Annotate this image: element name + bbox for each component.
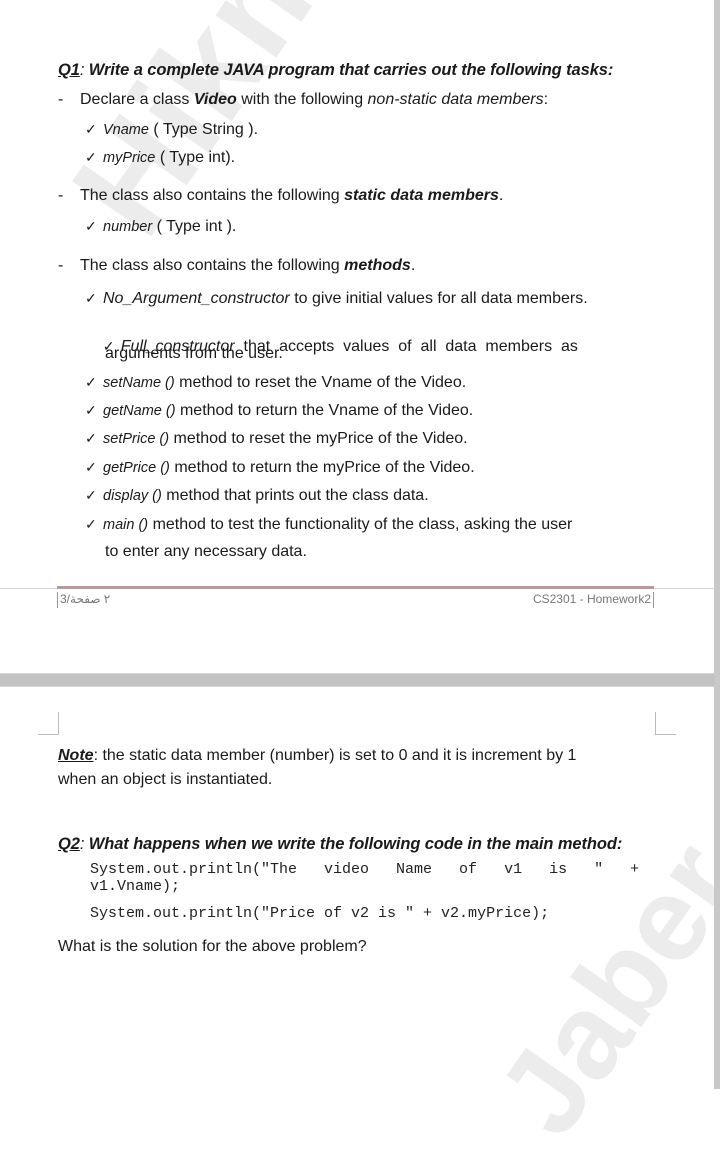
bullet-methods: - The class also contains the following m…	[58, 257, 416, 274]
method-item: ✓ No_Argument_constructor to give initial…	[85, 290, 588, 307]
method-item-continuation: to enter any necessary data.	[105, 543, 307, 560]
method-item: ✓ display () method that prints out the c…	[85, 487, 429, 504]
code-line: v1.Vname);	[90, 878, 181, 895]
method-item: ✓ setName () method to reset the Vname of…	[85, 374, 467, 391]
q1-heading: Q1: Write a complete JAVA program that c…	[58, 61, 614, 79]
check-icon: ✓	[85, 402, 97, 418]
code-line: System.out.println("Price of v2 is " + v…	[90, 905, 550, 922]
method-item-continuation: arguments from the user.	[105, 345, 283, 362]
page-separator	[0, 673, 714, 687]
q2-number: Q2	[58, 835, 80, 853]
check-icon: ✓	[85, 459, 97, 475]
note-line: when an object is instantiated.	[58, 771, 273, 788]
check-icon: ✓	[85, 121, 97, 137]
check-icon: ✓	[85, 218, 97, 234]
member-myprice: ✓ myPrice ( Type int).	[85, 149, 236, 166]
scrollbar-edge	[714, 0, 720, 1089]
q2-title: What happens when we write the following…	[84, 835, 623, 853]
check-icon: ✓	[85, 430, 97, 446]
method-item: ✓ getPrice () method to return the myPric…	[85, 459, 475, 476]
check-icon: ✓	[85, 516, 97, 532]
check-icon: ✓	[85, 487, 97, 503]
q1-number: Q1	[58, 61, 80, 79]
method-item: ✓ main () method to test the functionalit…	[85, 516, 573, 533]
footer-course: CS2301 - Homework2	[533, 592, 654, 608]
check-icon: ✓	[85, 149, 97, 165]
q1-title: Write a complete JAVA program that carri…	[84, 61, 614, 79]
code-line: System.out.println("The video Name of v1…	[90, 861, 640, 878]
bullet-static: - The class also contains the following s…	[58, 187, 504, 204]
method-item: ✓ getName () method to return the Vname o…	[85, 402, 474, 419]
check-icon: ✓	[85, 290, 97, 306]
member-number: ✓ number ( Type int ).	[85, 218, 237, 235]
margin-corner-mark	[655, 712, 676, 735]
q2-question: What is the solution for the above probl…	[58, 938, 367, 955]
margin-corner-mark	[38, 712, 59, 735]
q2-heading: Q2: What happens when we write the follo…	[58, 835, 623, 853]
check-icon: ✓	[85, 374, 97, 390]
member-vname: ✓ Vname ( Type String ).	[85, 121, 259, 138]
note-line: Note: the static data member (number) is…	[58, 747, 577, 764]
bullet-non-static: - Declare a class Video with the followin…	[58, 91, 549, 108]
method-item: ✓ setPrice () method to reset the myPrice…	[85, 430, 468, 447]
page-number: 3/٢ صفحة	[57, 592, 110, 608]
footer-rule	[57, 586, 654, 589]
note-label: Note	[58, 747, 94, 764]
